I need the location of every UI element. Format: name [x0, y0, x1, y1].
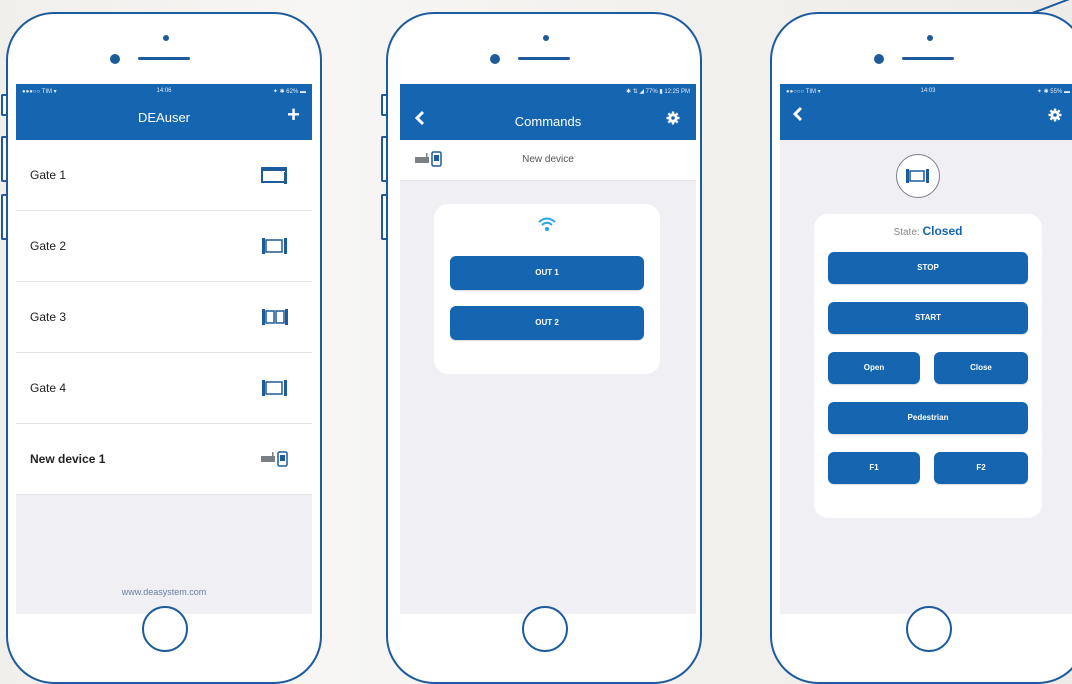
app-bar: ●●○○○ TIM ▾ 14:03 ✦ ✱ 55% ▬ — [780, 84, 1072, 140]
status-bar: ●●●○○ TIM ▾ 14:06 ✦ ✱ 62% ▬ — [22, 88, 306, 98]
single-gate-icon — [262, 380, 287, 396]
commands-card: OUT 1 OUT 2 — [434, 204, 660, 374]
out-1-button[interactable]: OUT 1 — [450, 256, 644, 290]
state-line: State: Closed — [814, 224, 1042, 238]
earpiece — [902, 57, 954, 60]
status-label: ✱ ⇅ ◢ 77% ▮ 12:25 PM — [626, 89, 690, 95]
device-name: Gate 1 — [30, 168, 67, 182]
page-title: Commands — [514, 114, 582, 129]
status-bar: ✱ ⇅ ◢ 77% ▮ 12:25 PM — [406, 88, 690, 98]
front-sensor — [543, 35, 549, 41]
out-2-button[interactable]: OUT 2 — [450, 306, 644, 340]
side-button — [381, 94, 386, 116]
double-gate-icon — [262, 309, 288, 325]
side-button — [1, 194, 6, 240]
single-gate-icon — [262, 238, 287, 254]
carrier-label: ●●○○○ TIM ▾ — [786, 89, 821, 95]
device-header: New device — [400, 140, 696, 181]
clock-label: 14:06 — [156, 88, 172, 94]
app-bar: ●●●○○ TIM ▾ 14:06 ✦ ✱ 62% ▬ DEAuser + — [16, 84, 312, 140]
battery-label: ✦ ✱ 62% ▬ — [272, 89, 306, 95]
device-name: Gate 2 — [30, 239, 67, 253]
open-button[interactable]: Open — [828, 352, 920, 384]
screen-commands: ✱ ⇅ ◢ 77% ▮ 12:25 PM Commands New device… — [400, 84, 696, 614]
list-item-gate-4[interactable]: Gate 4 — [16, 353, 312, 424]
device-list: Gate 1 Gate 2 Gate 3 Gate 4 New device 1 — [16, 140, 312, 495]
phone-frame-commands: ✱ ⇅ ◢ 77% ▮ 12:25 PM Commands New device… — [386, 12, 702, 684]
home-button[interactable] — [142, 606, 188, 652]
pedestrian-button[interactable]: Pedestrian — [828, 402, 1028, 434]
stop-button[interactable]: STOP — [828, 252, 1028, 284]
phone-frame-device-list: ●●●○○ TIM ▾ 14:06 ✦ ✱ 62% ▬ DEAuser + Ga… — [6, 12, 322, 684]
page-title: DEAuser — [137, 110, 191, 125]
front-sensor — [927, 35, 933, 41]
state-value: Closed — [922, 224, 963, 238]
side-button — [1, 136, 6, 182]
f1-button[interactable]: F1 — [828, 452, 920, 484]
clock-label: 14:03 — [920, 88, 936, 94]
device-name: New device 1 — [30, 452, 106, 466]
earpiece — [518, 57, 570, 60]
phone-frame-gate-control: ●●○○○ TIM ▾ 14:03 ✦ ✱ 55% ▬ State: Close… — [770, 12, 1072, 684]
start-button[interactable]: START — [828, 302, 1028, 334]
side-button — [381, 136, 386, 182]
device-name: New device — [522, 154, 574, 165]
gear-icon[interactable] — [1048, 108, 1062, 127]
plus-icon[interactable]: + — [287, 104, 300, 126]
front-camera — [874, 54, 884, 64]
gear-icon[interactable] — [666, 111, 680, 130]
list-item-gate-2[interactable]: Gate 2 — [16, 211, 312, 282]
battery-label: ✦ ✱ 55% ▬ — [1036, 89, 1070, 95]
status-bar: ●●○○○ TIM ▾ 14:03 ✦ ✱ 55% ▬ — [786, 88, 1070, 98]
home-button[interactable] — [906, 606, 952, 652]
gate-status-icon — [896, 154, 940, 198]
list-item-gate-3[interactable]: Gate 3 — [16, 282, 312, 353]
list-item-new-device-1[interactable]: New device 1 — [16, 424, 312, 495]
home-button[interactable] — [522, 606, 568, 652]
footer-link[interactable]: www.deasystem.com — [16, 587, 312, 597]
screen-device-list: ●●●○○ TIM ▾ 14:06 ✦ ✱ 62% ▬ DEAuser + Ga… — [16, 84, 312, 614]
device-name: Gate 3 — [30, 310, 67, 324]
list-item-gate-1[interactable]: Gate 1 — [16, 140, 312, 211]
wifi-icon — [538, 217, 556, 231]
close-button[interactable]: Close — [934, 352, 1028, 384]
front-camera — [490, 54, 500, 64]
screen-gate-control: ●●○○○ TIM ▾ 14:03 ✦ ✱ 55% ▬ State: Close… — [780, 84, 1072, 614]
earpiece — [138, 57, 190, 60]
side-button — [1, 94, 6, 116]
front-camera — [110, 54, 120, 64]
f2-button[interactable]: F2 — [934, 452, 1028, 484]
single-gate-icon — [906, 169, 929, 183]
app-bar: ✱ ⇅ ◢ 77% ▮ 12:25 PM Commands — [400, 84, 696, 140]
carrier-label: ●●●○○ TIM ▾ — [22, 89, 57, 95]
receiver-icon — [261, 451, 288, 467]
sliding-gate-icon — [261, 167, 287, 184]
front-sensor — [163, 35, 169, 41]
back-chevron-icon[interactable] — [792, 106, 804, 127]
side-button — [381, 194, 386, 240]
device-name: Gate 4 — [30, 381, 67, 395]
gate-control-card: State: Closed STOP START Open Close Pede… — [814, 214, 1042, 518]
state-label: State: — [893, 227, 920, 238]
